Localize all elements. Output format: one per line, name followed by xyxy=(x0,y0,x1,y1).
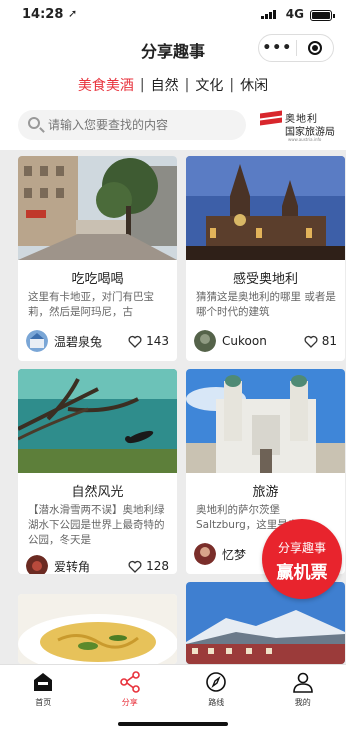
card-author[interactable]: 忆梦 xyxy=(194,543,246,565)
more-button[interactable]: ••• xyxy=(259,40,296,56)
category-separator: | xyxy=(139,77,145,93)
post-card[interactable] xyxy=(186,582,345,664)
avatar xyxy=(194,543,216,565)
nav-bar: 分享趣事 ••• xyxy=(0,30,346,66)
mini-program-capsule: ••• xyxy=(258,34,334,62)
card-description: 猜猜这是奥地利的哪里 或者是哪个时代的建筑 xyxy=(196,291,336,318)
like-count: 81 xyxy=(321,334,337,348)
avatar xyxy=(26,330,48,352)
author-name: 爱转角 xyxy=(54,559,91,574)
post-card[interactable]: 感受奥地利 猜猜这是奥地利的哪里 或者是哪个时代的建筑 Cukoon 81 xyxy=(186,156,345,361)
street-photo xyxy=(18,156,177,260)
user-icon xyxy=(292,671,314,693)
salzburg-cathedral-photo xyxy=(186,369,345,473)
heart-icon xyxy=(128,560,142,573)
author-name: 忆梦 xyxy=(222,547,247,562)
tab-label: 首页 xyxy=(35,698,52,707)
post-card[interactable] xyxy=(18,594,177,664)
post-card[interactable]: 吃吃喝喝 这里有卡地亚，对门有巴宝莉，然后是阿玛尼，古 温碧泉兔 143 xyxy=(18,156,177,361)
heart-icon xyxy=(304,335,318,348)
like-button[interactable]: 81 xyxy=(304,334,337,348)
cathedral-photo xyxy=(186,156,345,260)
network-type: 4G xyxy=(285,7,304,21)
search-input[interactable] xyxy=(48,110,238,140)
like-button[interactable]: 128 xyxy=(128,559,169,573)
tab-profile[interactable]: 我的 xyxy=(260,665,346,714)
search-box[interactable] xyxy=(18,110,246,140)
card-title: 旅游 xyxy=(252,485,279,500)
tab-routes[interactable]: 路线 xyxy=(173,665,260,714)
category-culture[interactable]: 文化 xyxy=(195,75,223,95)
post-card[interactable]: 自然风光 【潜水滑雪两不误】奥地利绿湖水下公园是世界上最奇特的公园，冬天是 爱转… xyxy=(18,369,177,574)
avatar xyxy=(26,555,48,574)
category-separator: | xyxy=(184,77,190,93)
compass-icon xyxy=(205,671,227,693)
card-description: 【潜水滑雪两不误】奥地利绿湖水下公园是世界上最奇特的公园，冬天是 xyxy=(28,504,165,546)
card-description: 这里有卡地亚，对门有巴宝莉，然后是阿玛尼，古 xyxy=(28,291,154,318)
mountain-town-photo xyxy=(186,582,345,664)
card-title: 吃吃喝喝 xyxy=(71,272,124,287)
category-leisure[interactable]: 休闲 xyxy=(240,75,268,95)
promo-line1: 分享趣事 xyxy=(277,541,326,555)
austria-tourism-logo: 奥地利 国家旅游局 www.austria.info xyxy=(258,106,344,146)
home-icon xyxy=(32,671,54,693)
home-indicator xyxy=(0,714,346,733)
pasta-dish-photo xyxy=(18,594,177,664)
logo-url: www.austria.info xyxy=(288,137,322,142)
like-button[interactable]: 143 xyxy=(128,334,169,348)
tab-label: 我的 xyxy=(294,698,311,707)
author-name: Cukoon xyxy=(222,334,267,348)
status-time: 14:28 xyxy=(22,7,64,22)
author-name: 温碧泉兔 xyxy=(54,334,103,349)
category-tabs: 美食美酒 | 自然 | 文化 | 休闲 xyxy=(0,66,346,104)
card-title: 感受奥地利 xyxy=(232,272,298,287)
search-icon xyxy=(28,117,40,129)
tab-home[interactable]: 首页 xyxy=(0,665,87,714)
bottom-tab-bar: 首页 分享 路线 我的 xyxy=(0,664,346,714)
like-count: 128 xyxy=(146,559,169,573)
category-nature[interactable]: 自然 xyxy=(151,75,179,95)
target-icon xyxy=(307,41,322,55)
heart-icon xyxy=(128,335,142,348)
tab-label: 路线 xyxy=(208,698,225,707)
logo-line2: 国家旅游局 xyxy=(285,127,335,138)
category-separator: | xyxy=(229,77,235,93)
card-author[interactable]: Cukoon xyxy=(194,330,267,352)
avatar xyxy=(194,330,216,352)
promo-line2: 赢机票 xyxy=(276,563,328,583)
card-title: 自然风光 xyxy=(71,485,124,500)
card-author[interactable]: 爱转角 xyxy=(26,555,90,574)
location-arrow-icon: ➚ xyxy=(68,7,78,20)
tab-label: 分享 xyxy=(121,698,138,707)
share-icon xyxy=(119,671,141,693)
promo-badge[interactable]: 分享趣事 赢机票 xyxy=(262,519,342,599)
search-row: 奥地利 国家旅游局 www.austria.info xyxy=(0,104,346,150)
flag-stripes-icon xyxy=(260,110,282,130)
close-button[interactable] xyxy=(296,41,333,55)
tab-share[interactable]: 分享 xyxy=(87,665,174,714)
underwater-diver-photo xyxy=(18,369,177,473)
category-food-wine[interactable]: 美食美酒 xyxy=(78,75,134,95)
like-count: 143 xyxy=(146,334,169,348)
card-author[interactable]: 温碧泉兔 xyxy=(26,330,102,352)
battery-icon xyxy=(310,10,335,21)
status-bar: 14:28 ➚ 4G xyxy=(0,0,346,30)
signal-icon xyxy=(261,10,276,19)
